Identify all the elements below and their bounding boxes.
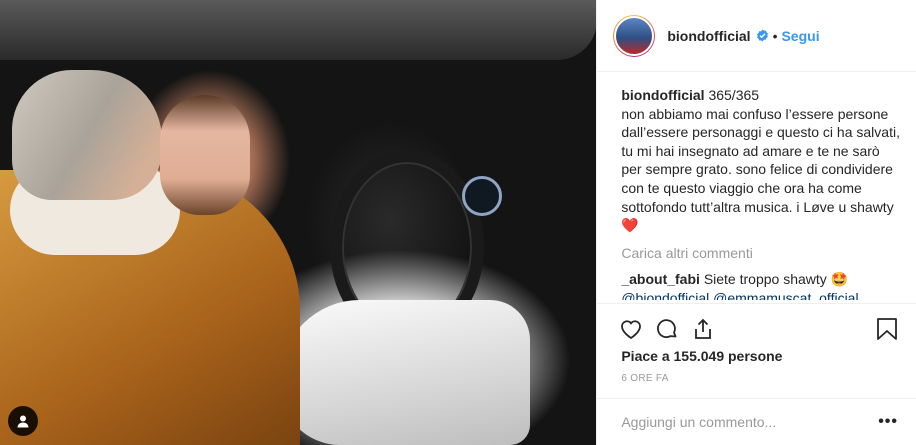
avatar[interactable]: [613, 14, 656, 57]
caption-text: 365/365 non abbiamo mai confuso l’essere…: [621, 87, 900, 234]
caption-username[interactable]: biondofficial: [621, 87, 704, 103]
likes-count[interactable]: Piace a 155.049 persone: [621, 348, 782, 364]
heart-icon: [621, 319, 642, 339]
username-link[interactable]: biondofficial: [667, 28, 750, 44]
post-side-panel: biondofficial • Segui biondofficial 365/…: [596, 0, 916, 445]
like-button[interactable]: [619, 317, 643, 341]
more-options-button[interactable]: •••: [878, 413, 898, 431]
share-button[interactable]: [691, 317, 715, 341]
add-comment-bar: Aggiungi un commento... •••: [597, 398, 916, 445]
photo-boy-head: [12, 70, 162, 200]
post-photo[interactable]: [0, 0, 597, 445]
user-tag-button[interactable]: [8, 406, 38, 436]
photo-dashboard-dial: [462, 176, 502, 216]
follow-button[interactable]: Segui: [781, 28, 819, 44]
comments-section: biondofficial 365/365 non abbiamo mai co…: [597, 72, 916, 300]
save-button[interactable]: [876, 317, 898, 341]
add-comment-input[interactable]: Aggiungi un commento...: [621, 414, 878, 430]
post-header: biondofficial • Segui: [597, 0, 916, 72]
share-icon: [695, 318, 712, 339]
caption: biondofficial 365/365 non abbiamo mai co…: [621, 86, 900, 235]
photo-car-roof: [0, 0, 597, 60]
header-separator: •: [772, 27, 778, 44]
verified-icon: [756, 29, 768, 42]
load-more-comments-link[interactable]: Carica altri commenti: [621, 244, 900, 263]
comment-text: Siete troppo shawty 🤩: [703, 271, 849, 288]
user-tag-icon: [17, 415, 29, 428]
comment-username[interactable]: _about_fabi: [621, 271, 700, 287]
action-bar: [597, 303, 916, 353]
comment-button[interactable]: [655, 317, 679, 341]
comment-mentions[interactable]: @biondofficial @emmamuscat_official: [621, 290, 858, 300]
photo-girl-face: [160, 95, 250, 215]
post-timestamp[interactable]: 6 ORE FA: [621, 373, 668, 384]
comment-item: _about_fabi Siete troppo shawty 🤩 @biond…: [621, 270, 900, 300]
bookmark-icon: [877, 317, 897, 340]
photo-white-trousers: [280, 300, 530, 445]
comment-icon: [657, 318, 677, 338]
